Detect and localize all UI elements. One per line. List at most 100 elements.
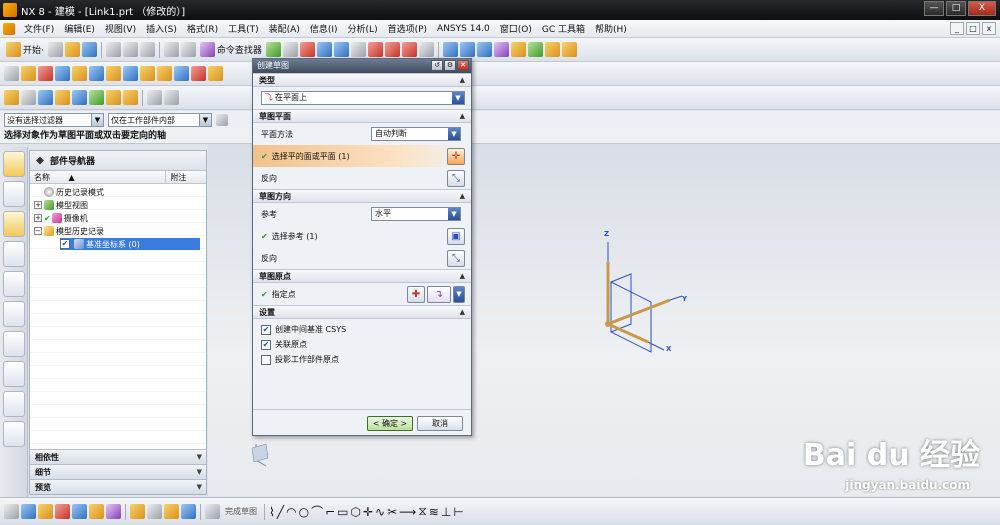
menu-insert[interactable]: 插入(S) [141,22,182,35]
maximize-button[interactable]: □ [946,1,966,16]
ok-button[interactable]: < 确定 > [367,416,413,431]
selection-scope-select[interactable]: 仅在工作部件内部 ▼ [108,113,212,127]
move-icon[interactable] [527,42,543,57]
assembly-navigator-tab[interactable] [3,151,25,177]
menu-file[interactable]: 文件(F) [19,22,59,35]
point-dialog-button[interactable]: ✚ [407,285,425,303]
tree-node-model-history[interactable]: − 模型历史记录 [34,225,104,237]
reference-vector-button[interactable]: ▣ [447,227,465,245]
measure-icon[interactable] [493,42,509,57]
display-mode-icon[interactable] [350,42,366,57]
section-view-icon[interactable] [384,42,400,57]
visibility-checkbox[interactable]: ✔ [60,239,70,249]
sketch-edit-icon[interactable] [130,504,145,519]
menu-tools[interactable]: 工具(T) [223,22,264,35]
csys-origin[interactable] [605,321,611,327]
cube-view-icon[interactable] [367,42,383,57]
menu-assembly[interactable]: 装配(A) [264,22,305,35]
sketch-icon[interactable] [4,66,19,81]
wcs-icon[interactable] [459,42,475,57]
sketch-update-icon[interactable] [164,504,179,519]
web-browser-tab[interactable] [3,271,25,297]
minimize-button[interactable]: — [924,1,944,16]
command-finder-button[interactable]: 命令查找器 [198,41,264,59]
doc-minimize-button[interactable]: _ [950,22,964,35]
sketch-orientation-group-header[interactable]: 草图方向 ▲ [253,189,471,203]
hole-icon[interactable] [106,66,121,81]
revolve-icon[interactable] [38,66,53,81]
type-group-header[interactable]: 类型 ▲ [253,73,471,87]
column-note[interactable]: 附注 [166,171,206,183]
select-plane-row[interactable]: ✔ 选择平的面或平面 (1) ✛ [253,145,471,167]
finish-sketch-icon[interactable] [205,504,220,519]
tree-node-model-views[interactable]: + 模型视图 [34,199,88,211]
plane-dialog-button[interactable]: ✛ [447,147,465,165]
clock-tab[interactable] [3,331,25,357]
mirror-curve-icon[interactable]: ⧖ [418,504,426,519]
cut-icon[interactable] [105,42,121,57]
new-file-icon[interactable] [47,42,63,57]
unite-icon[interactable] [208,66,223,81]
details-panel[interactable]: 细节 ▼ [30,464,206,479]
tree-node-history-mode[interactable]: 历史记录模式 [44,186,104,198]
redo-icon[interactable] [180,42,196,57]
pattern-icon[interactable] [72,90,87,105]
type-filter-select[interactable]: 没有选择过滤器 ▼ [4,113,104,127]
snap-icon[interactable] [299,42,315,57]
chevron-down-icon[interactable]: ▼ [453,285,465,303]
shaded-view-icon[interactable] [333,42,349,57]
copy-icon[interactable] [122,42,138,57]
edit-feature-icon[interactable] [147,90,162,105]
fillet-icon[interactable]: ⌒ [311,503,323,520]
trim-icon[interactable]: ✂ [387,505,397,519]
close-button[interactable]: X [968,1,996,16]
line-icon[interactable]: ╱ [277,505,284,519]
y-axis[interactable] [607,298,671,326]
chamfer-sketch-icon[interactable]: ⌐ [325,505,335,519]
sketch-tool-icon[interactable] [4,504,19,519]
sketch-pattern-icon[interactable] [106,504,121,519]
reset-icon[interactable]: ↺ [431,60,443,71]
inferred-point-button[interactable]: ↴ [427,285,451,303]
pocket-icon[interactable] [140,66,155,81]
cancel-button[interactable]: 取消 [417,416,463,431]
assembly-nav-icon[interactable] [476,42,492,57]
project-work-origin-option[interactable]: 投影工作部件原点 [253,352,471,367]
sketch-dimension-icon[interactable] [72,504,87,519]
nx-menu-icon[interactable] [3,22,15,35]
polygon-icon[interactable]: ⬡ [350,505,360,519]
menu-format[interactable]: 格式(R) [182,22,223,35]
tree-node-datum-csys[interactable]: ✔ 基准坐标系 (0) [60,238,200,250]
split-body-icon[interactable] [123,90,138,105]
background-icon[interactable] [418,42,434,57]
sketch-offset-icon[interactable] [89,504,104,519]
system-materials-tab[interactable] [3,361,25,387]
sketch-reattach-icon[interactable] [147,504,162,519]
sketch-view-icon[interactable] [181,504,196,519]
menu-info[interactable]: 信息(I) [305,22,343,35]
circle-icon[interactable]: ○ [299,505,309,519]
reuse-library-tab[interactable] [3,241,25,267]
datum-plane-icon[interactable] [174,66,189,81]
analysis-icon[interactable] [510,42,526,57]
cylinder-icon[interactable] [72,66,87,81]
reverse-orientation-button[interactable]: ⤡ [447,249,465,267]
part-navigator-tab[interactable] [3,211,25,237]
shell-icon[interactable] [38,90,53,105]
boss-icon[interactable] [123,66,138,81]
doc-restore-button[interactable]: □ [966,22,980,35]
dependencies-panel[interactable]: 相依性 ▼ [30,449,206,464]
gear-icon[interactable]: ⚙ [444,60,456,71]
roles-tab[interactable] [3,421,25,447]
menu-gc-toolbox[interactable]: GC 工具箱 [537,22,590,35]
groove-icon[interactable] [157,66,172,81]
cone-icon[interactable] [89,66,104,81]
suppress-icon[interactable] [164,90,179,105]
project-work-origin-checkbox[interactable] [261,354,271,365]
menu-preferences[interactable]: 首选项(P) [383,22,432,35]
sketch-type-select[interactable]: ⤵ 在平面上 ▼ [261,91,465,105]
constraint-navigator-tab[interactable] [3,181,25,207]
point-sketch-icon[interactable]: ✛ [363,505,373,519]
menu-edit[interactable]: 编辑(E) [59,22,100,35]
offset-curve-icon[interactable]: ≋ [429,505,439,519]
